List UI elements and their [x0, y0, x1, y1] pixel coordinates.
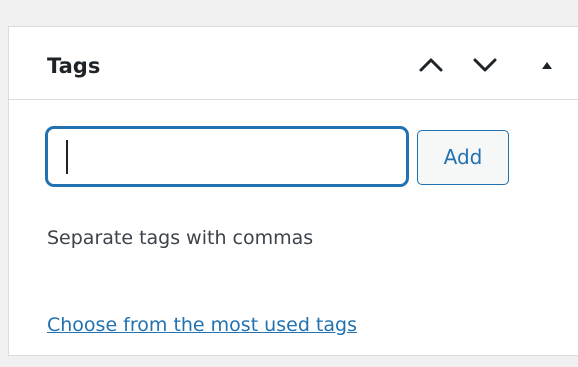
triangle-up-icon: [542, 62, 552, 69]
chevron-down-icon: [473, 58, 497, 72]
panel-header: Tags: [9, 27, 578, 100]
move-down-button[interactable]: [467, 47, 503, 83]
toggle-panel-button[interactable]: [529, 47, 565, 83]
most-used-tags-link[interactable]: Choose from the most used tags: [47, 313, 357, 337]
tags-panel: Tags Add Separate tags with commas Choos…: [8, 26, 578, 356]
move-up-button[interactable]: [413, 47, 449, 83]
panel-title: Tags: [47, 54, 101, 78]
add-tag-button[interactable]: Add: [417, 130, 509, 185]
chevron-up-icon: [419, 58, 443, 72]
tags-help-text: Separate tags with commas: [47, 227, 314, 249]
text-cursor: [66, 140, 68, 174]
new-tag-input[interactable]: [46, 127, 408, 186]
